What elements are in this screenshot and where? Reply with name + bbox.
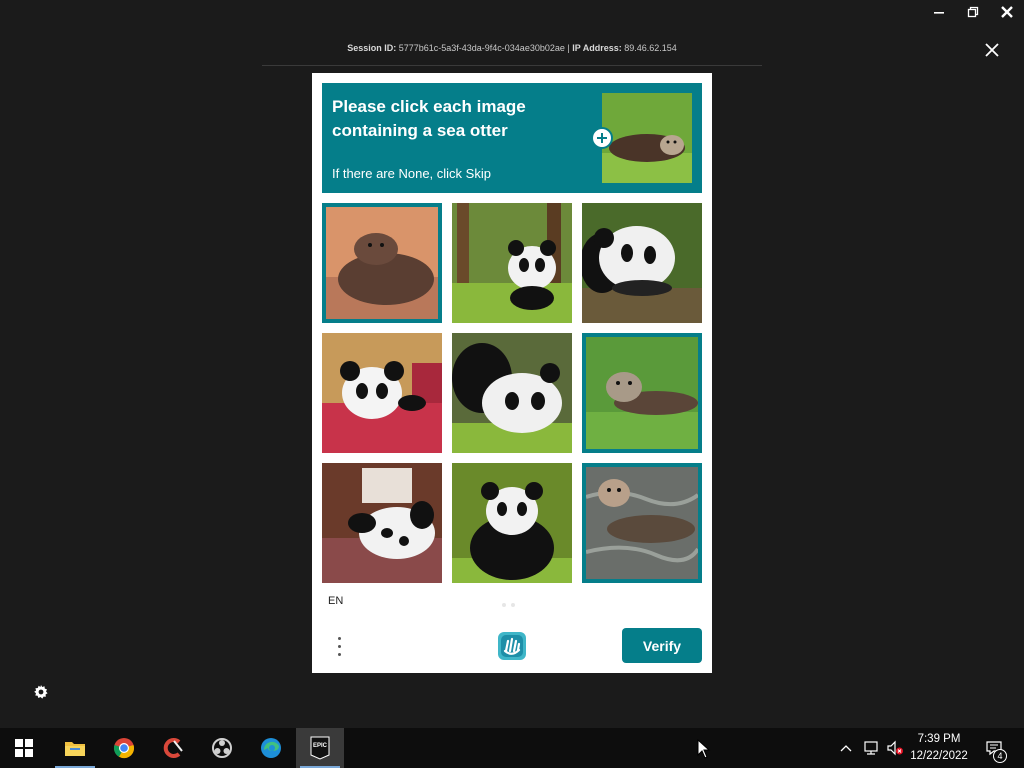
windows-icon [15,739,33,757]
ccleaner-icon [163,738,183,758]
edge-icon [261,738,281,758]
tile-5-panda[interactable] [452,333,572,453]
example-image[interactable] [602,93,692,183]
tile-2-panda[interactable] [452,203,572,323]
progress-dots [502,603,515,607]
chevron-up-icon [840,745,852,752]
hcaptcha-logo[interactable] [495,629,529,663]
taskbar-file-explorer[interactable] [51,728,99,768]
network-icon [864,741,878,755]
mouse-cursor-icon [697,739,711,759]
show-hidden-icons[interactable] [838,728,854,768]
tile-8-panda[interactable] [452,463,572,583]
action-center-button[interactable] [980,728,1008,768]
taskbar-epic-games[interactable]: EPIC [296,728,344,768]
close-icon [1001,6,1013,18]
chrome-icon [113,738,135,759]
window-controls [922,0,1024,24]
folder-icon [65,742,85,756]
restore-button[interactable] [956,0,990,24]
hand-logo-icon [498,632,526,660]
start-button[interactable] [0,728,48,768]
minimize-icon [934,12,944,14]
tile-9-otter[interactable] [582,463,702,583]
captcha-challenge: Please click each image containing a sea… [312,73,712,673]
menu-button[interactable] [332,631,346,661]
clock-date: 12/22/2022 [910,750,968,762]
restore-icon [967,6,979,18]
taskbar-edge[interactable] [247,728,295,768]
tile-7-panda[interactable] [322,463,442,583]
prompt-subtitle: If there are None, click Skip [332,166,491,181]
taskbar: EPIC 7:39 PM 12/22/2022 [0,728,1024,768]
close-overlay-button[interactable] [981,39,1003,61]
tile-4-panda[interactable] [322,333,442,453]
session-id: 5777b61c-5a3f-43da-9f4c-034ae30b02ae | [396,43,573,53]
notification-count-badge: 4 [993,749,1007,763]
prompt-title: Please click each image containing a sea… [332,97,526,140]
image-grid [322,203,702,583]
close-window-button[interactable] [990,0,1024,24]
obs-icon [212,738,232,758]
taskbar-ccleaner[interactable] [149,728,197,768]
session-info: Session ID: 5777b61c-5a3f-43da-9f4c-034a… [0,43,1024,53]
close-icon [985,43,999,57]
plus-icon [597,133,607,143]
volume-tray[interactable] [884,728,906,768]
example-expand-button[interactable] [591,127,613,149]
clock-time: 7:39 PM [917,733,961,745]
ip-label: IP Address: [572,43,622,53]
settings-button[interactable] [33,684,49,700]
taskbar-chrome[interactable] [100,728,148,768]
tile-3-panda[interactable] [582,203,702,323]
ip-value: 89.46.62.154 [621,43,677,53]
tile-6-otter[interactable] [582,333,702,453]
minimize-button[interactable] [922,0,956,24]
taskbar-obs[interactable] [198,728,246,768]
gear-icon [34,685,48,699]
session-label: Session ID: [347,43,397,53]
network-tray[interactable] [860,728,882,768]
epic-games-icon: EPIC [310,736,330,760]
challenge-prompt: Please click each image containing a sea… [322,83,702,193]
language-selector[interactable]: EN [328,595,343,607]
volume-muted-icon [887,740,903,756]
epic-label: EPIC [313,743,328,749]
taskbar-clock[interactable]: 7:39 PM 12/22/2022 [904,731,974,765]
session-divider [262,65,762,66]
tile-1-otter[interactable] [322,203,442,323]
verify-button[interactable]: Verify [622,628,702,663]
